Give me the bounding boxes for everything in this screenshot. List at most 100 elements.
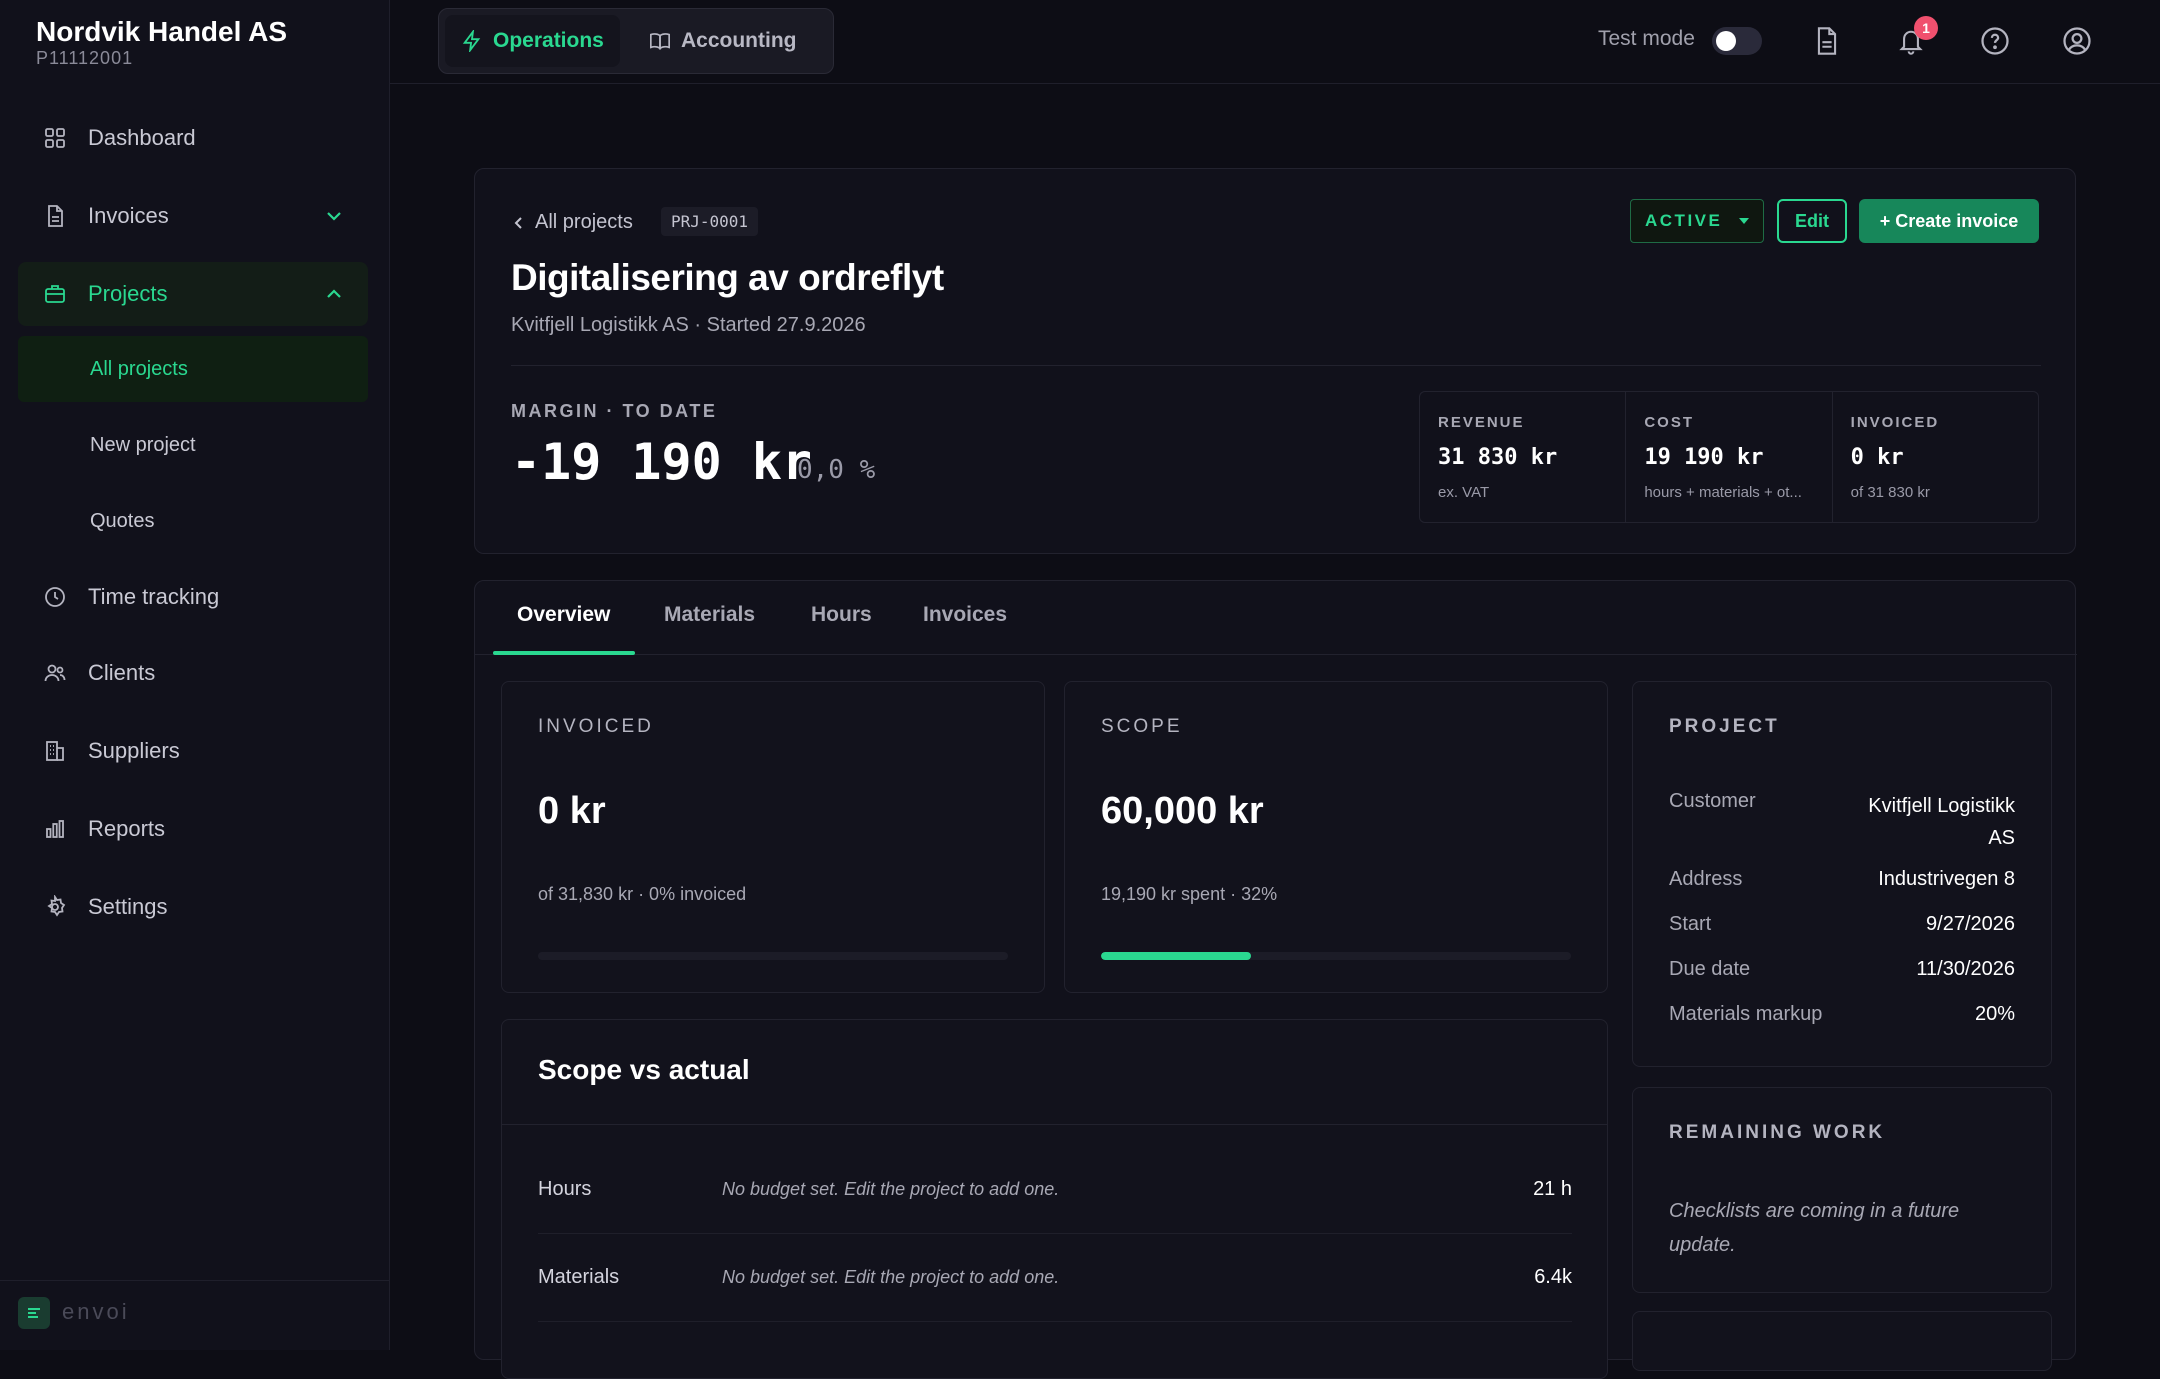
kpi-value: 60,000 kr <box>1101 790 1264 832</box>
section-title: Scope vs actual <box>538 1054 750 1085</box>
project-details-card: PROJECT Customer Kvitfjell Logistikk AS … <box>1632 681 2052 1067</box>
sidebar-item-label: Suppliers <box>88 738 180 763</box>
sidebar-item-settings[interactable]: Settings <box>18 875 368 939</box>
remaining-work-note: Checklists are coming in a future update… <box>1669 1200 1960 1256</box>
back-to-all-projects-link[interactable]: All projects <box>511 211 633 234</box>
sidebar-item-label: Dashboard <box>88 125 196 150</box>
company-id: P11112001 <box>36 48 134 68</box>
stat-value: 0 kr <box>1850 445 1904 470</box>
sidebar-subitem-all-projects[interactable]: All projects <box>18 336 368 402</box>
chevron-up-icon[interactable] <box>322 282 346 306</box>
stat-sub: ex. VAT <box>1438 484 1490 501</box>
stat-sub: of 31 830 kr <box>1850 484 1930 501</box>
kpi-sub: 19,190 kr spent · 32% <box>1101 884 1278 904</box>
kpi-label: INVOICED <box>538 716 654 737</box>
section-label: REMAINING WORK <box>1669 1122 1886 1143</box>
scope-vs-actual-card: Scope vs actual Hours No budget set. Edi… <box>501 1019 1608 1379</box>
kpi-label: SCOPE <box>1101 716 1183 737</box>
section-label: PROJECT <box>1669 716 1780 737</box>
sidebar-item-dashboard[interactable]: Dashboard <box>18 106 368 170</box>
chevron-down-icon[interactable] <box>322 204 346 228</box>
sidebar: Nordvik Handel AS P11112001 Dashboard In… <box>0 0 390 1350</box>
active-tab-indicator <box>493 651 635 655</box>
detail-value: 20% <box>1974 1003 2015 1025</box>
sidebar-footer: envoi <box>0 1280 390 1350</box>
sidebar-item-label: Time tracking <box>88 584 220 609</box>
sidebar-item-reports[interactable]: Reports <box>18 797 368 861</box>
row-value: 21 h <box>1533 1178 1572 1200</box>
sidebar-subitem-label: Quotes <box>90 509 155 532</box>
company-name: Nordvik Handel AS <box>36 16 288 47</box>
row-label: Hours <box>538 1178 592 1200</box>
sidebar-item-time-tracking[interactable]: Time tracking <box>18 565 368 629</box>
detail-materials-markup: Materials markup 20% <box>1669 1003 2015 1026</box>
back-link-label: All projects <box>535 211 633 233</box>
tab-overview[interactable]: Overview <box>517 603 610 627</box>
divider <box>511 365 2041 366</box>
tab-hours[interactable]: Hours <box>811 603 872 627</box>
tab-materials[interactable]: Materials <box>664 603 755 627</box>
mode-label: Operations <box>493 29 604 52</box>
margin-label: MARGIN · TO DATE <box>511 401 718 421</box>
chevron-left-icon <box>511 215 527 231</box>
margin-value: -19 190 kr <box>511 433 813 491</box>
sidebar-item-invoices[interactable]: Invoices <box>18 184 368 248</box>
sidebar-item-projects[interactable]: Projects <box>18 262 368 326</box>
detail-value: 11/30/2026 <box>1916 958 2015 980</box>
project-code-tag: PRJ-0001 <box>661 207 759 236</box>
stat-sub: hours + materials + ot... <box>1644 484 1802 501</box>
document-icon <box>42 203 68 229</box>
project-subtitle: Kvitfjell Logistikk AS · Started 27.9.20… <box>511 314 866 336</box>
app-logo-text: envoi <box>62 1299 130 1324</box>
detail-start: Start 9/27/2026 <box>1669 913 2015 936</box>
sidebar-item-clients[interactable]: Clients <box>18 641 368 705</box>
briefcase-icon <box>42 281 68 307</box>
stat-label: INVOICED <box>1850 414 1940 431</box>
edit-button[interactable]: Edit <box>1777 199 1847 243</box>
clock-icon <box>42 584 68 610</box>
document-icon[interactable] <box>1810 24 1844 58</box>
divider <box>502 1124 1607 1125</box>
detail-key: Address <box>1669 868 1743 890</box>
detail-address: Address Industrivegen 8 <box>1669 868 2015 891</box>
user-account-icon[interactable] <box>2060 24 2094 58</box>
sidebar-item-label: Invoices <box>88 203 169 228</box>
stat-revenue: REVENUE 31 830 kr ex. VAT <box>1420 392 1627 522</box>
page-title: Digitalisering av ordreflyt <box>511 257 944 298</box>
stat-label: REVENUE <box>1438 414 1525 431</box>
sidebar-subitem-quotes[interactable]: Quotes <box>18 488 368 554</box>
bell-icon[interactable]: 1 <box>1894 16 1938 58</box>
row-label: Materials <box>538 1266 620 1288</box>
scope-row-hours: Hours No budget set. Edit the project to… <box>538 1146 1572 1234</box>
project-tabs-card: Overview Materials Hours Invoices INVOIC… <box>474 580 2077 1379</box>
app-logo-icon <box>18 1297 50 1329</box>
row-value: 6.4k <box>1534 1266 1572 1288</box>
mode-operations-button[interactable]: Operations <box>445 15 620 67</box>
stat-invoiced: INVOICED 0 kr of 31 830 kr <box>1833 392 2038 522</box>
sidebar-item-label: Reports <box>88 816 166 841</box>
remaining-work-card: REMAINING WORK Checklists are coming in … <box>1632 1087 2052 1293</box>
stat-value: 19 190 kr <box>1644 445 1764 470</box>
scope-card: SCOPE 60,000 kr 19,190 kr spent · 32% <box>1064 681 1608 993</box>
stat-label: COST <box>1644 414 1694 431</box>
margin-percent: 0,0 % <box>797 455 876 485</box>
test-mode-toggle[interactable] <box>1712 27 1762 55</box>
create-invoice-button[interactable]: + Create invoice <box>1859 199 2039 243</box>
detail-value: Kvitfjell Logistikk AS <box>1868 795 2015 849</box>
project-header-card: All projects PRJ-0001 ACTIVE Edit + Crea… <box>474 168 2076 554</box>
notification-badge: 1 <box>1914 16 1938 40</box>
row-note: No budget set. Edit the project to add o… <box>722 1179 1060 1199</box>
mode-switch: Operations Accounting <box>438 8 834 74</box>
tab-invoices[interactable]: Invoices <box>923 603 1007 627</box>
test-mode-label: Test mode <box>1598 27 1695 50</box>
gear-icon <box>42 894 68 920</box>
detail-key: Due date <box>1669 958 1751 980</box>
help-icon[interactable] <box>1978 24 2012 58</box>
mode-accounting-button[interactable]: Accounting <box>633 15 813 67</box>
next-panel-card <box>1632 1311 2052 1371</box>
sidebar-item-suppliers[interactable]: Suppliers <box>18 719 368 783</box>
sidebar-subitem-new-project[interactable]: New project <box>18 412 368 478</box>
detail-key: Start <box>1669 913 1712 935</box>
status-dropdown[interactable]: ACTIVE <box>1630 199 1764 243</box>
progress-fill <box>1101 952 1252 960</box>
